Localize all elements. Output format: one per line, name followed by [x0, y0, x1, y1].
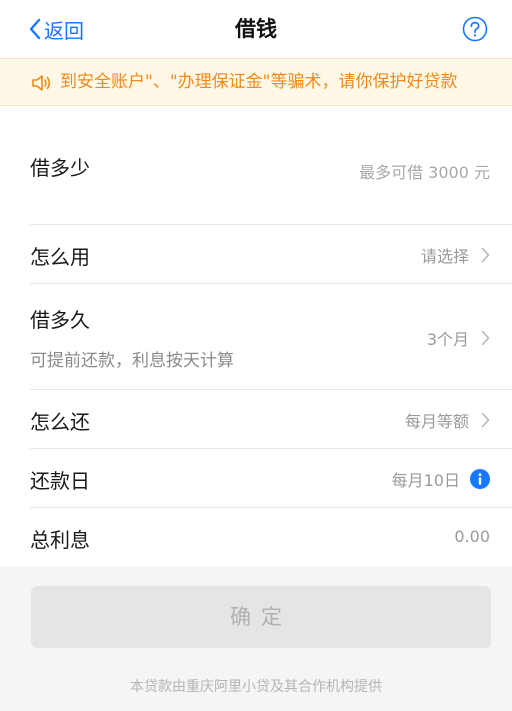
interest-row: 总利息 0.00 — [30, 508, 512, 566]
term-row[interactable]: 借多久 可提前还款，利息按天计算 3个月 — [30, 284, 512, 389]
chevron-right-icon — [481, 330, 490, 346]
repay-day-row: 还款日 每月10日 — [30, 449, 512, 507]
fraud-notice-bar[interactable]: 到安全账户"、"办理保证金"等骗术，请你保护好贷款 — [0, 58, 512, 106]
question-circle-icon — [462, 16, 488, 42]
repay-method-row[interactable]: 怎么还 每月等额 — [30, 390, 512, 448]
term-label: 借多久 — [30, 308, 90, 332]
repay-day-label: 还款日 — [30, 469, 90, 493]
speaker-icon — [32, 75, 51, 91]
footer: 确定 本贷款由重庆阿里小贷及其合作机构提供 — [0, 566, 512, 711]
loan-form: 借多少 最多可借 3000 元 怎么用 请选择 借多久 可提前还款，利息按天计算… — [0, 106, 512, 566]
term-value: 3个月 — [426, 330, 469, 349]
purpose-label: 怎么用 — [30, 245, 90, 269]
provider-disclaimer: 本贷款由重庆阿里小贷及其合作机构提供 — [130, 679, 382, 695]
chevron-right-icon — [481, 412, 490, 428]
term-hint: 可提前还款，利息按天计算 — [30, 351, 234, 371]
amount-label: 借多少 — [30, 156, 90, 180]
purpose-value: 请选择 — [420, 247, 469, 266]
notice-text: 到安全账户"、"办理保证金"等骗术，请你保护好贷款 — [60, 72, 458, 92]
purpose-select[interactable]: 请选择 — [421, 243, 490, 267]
repay-method-value: 每月等额 — [404, 412, 469, 431]
navigation-bar: 返回 借钱 — [0, 0, 512, 58]
chevron-right-icon — [481, 247, 490, 263]
interest-value: 0.00 — [454, 527, 490, 546]
term-select[interactable]: 3个月 — [427, 326, 490, 350]
confirm-button[interactable]: 确定 — [31, 586, 491, 648]
interest-label: 总利息 — [30, 528, 90, 552]
repay-method-label: 怎么还 — [30, 410, 90, 434]
repay-method-select[interactable]: 每月等额 — [405, 408, 490, 432]
amount-input[interactable]: 最多可借 3000 元 — [359, 159, 490, 183]
purpose-row[interactable]: 怎么用 请选择 — [30, 225, 512, 283]
info-circle-icon[interactable] — [470, 469, 490, 489]
page-title: 借钱 — [235, 17, 277, 41]
repay-day-value: 每月10日 — [391, 471, 460, 490]
help-button[interactable] — [462, 16, 488, 42]
repay-day-value-group: 每月10日 — [392, 467, 490, 491]
amount-row[interactable]: 借多少 最多可借 3000 元 — [30, 106, 512, 224]
